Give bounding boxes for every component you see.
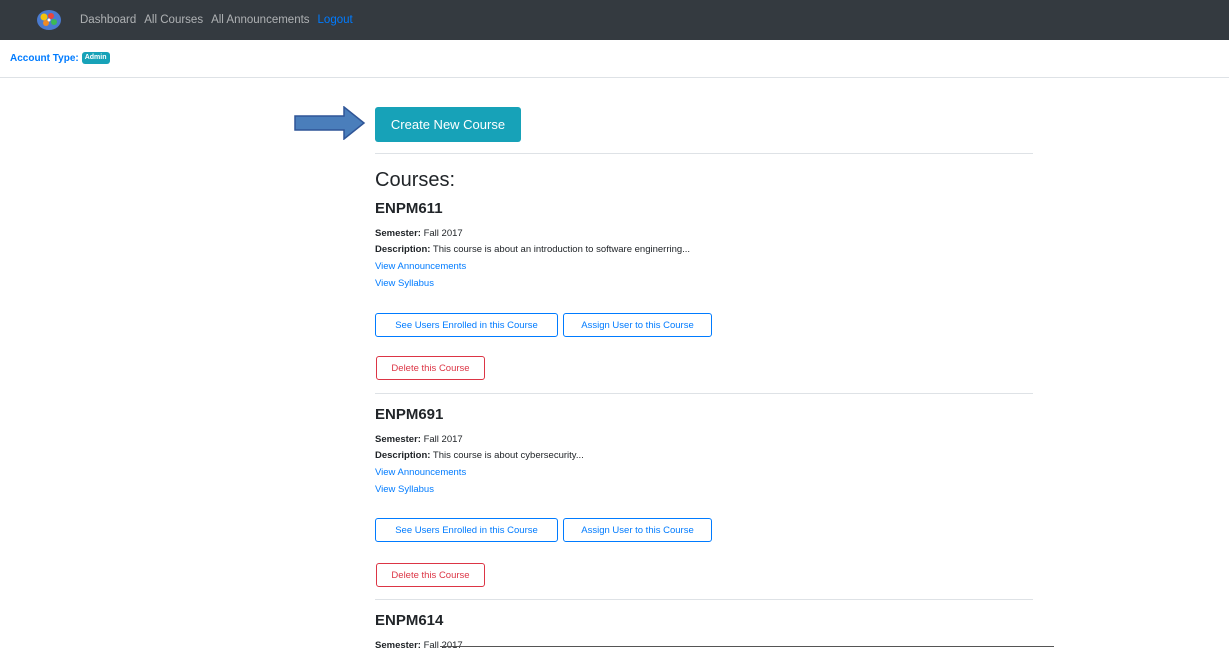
delete-course-button[interactable]: Delete this Course [376, 356, 485, 380]
view-syllabus-link[interactable]: View Syllabus [375, 278, 434, 290]
course-code: ENPM691 [375, 406, 444, 423]
courses-heading: Courses: [375, 169, 456, 191]
header-divider [0, 77, 1229, 78]
account-type-label: Account Type: [10, 52, 79, 64]
course-description: Description: This course is about cybers… [375, 450, 584, 461]
course-code: ENPM614 [375, 612, 444, 629]
brain-gears-logo-icon[interactable] [36, 9, 62, 31]
see-users-enrolled-button[interactable]: See Users Enrolled in this Course [375, 518, 558, 542]
create-new-course-button[interactable]: Create New Course [375, 107, 521, 142]
top-navbar: Dashboard All Courses All Announcements … [0, 0, 1229, 40]
delete-course-button[interactable]: Delete this Course [376, 563, 485, 587]
right-arrow-icon [294, 106, 366, 140]
divider [375, 153, 1033, 154]
assign-user-button[interactable]: Assign User to this Course [563, 313, 712, 337]
view-announcements-link[interactable]: View Announcements [375, 261, 466, 273]
view-announcements-link[interactable]: View Announcements [375, 467, 466, 479]
nav-dashboard-link[interactable]: Dashboard [80, 14, 136, 26]
course-semester: Semester: Fall 2017 [375, 434, 463, 445]
divider [375, 599, 1033, 600]
crop-edge-line [440, 646, 1054, 647]
account-type: Account Type: Admin [10, 52, 110, 64]
divider [375, 393, 1033, 394]
view-syllabus-link[interactable]: View Syllabus [375, 484, 434, 496]
logout-link[interactable]: Logout [318, 14, 353, 26]
course-description: Description: This course is about an int… [375, 244, 691, 255]
nav-all-announcements-link[interactable]: All Announcements [211, 14, 309, 26]
nav-all-courses-link[interactable]: All Courses [144, 14, 203, 26]
course-code: ENPM611 [375, 200, 443, 217]
see-users-enrolled-button[interactable]: See Users Enrolled in this Course [375, 313, 558, 337]
assign-user-button[interactable]: Assign User to this Course [563, 518, 712, 542]
course-semester: Semester: Fall 2017 [375, 228, 463, 239]
admin-badge: Admin [81, 52, 110, 64]
